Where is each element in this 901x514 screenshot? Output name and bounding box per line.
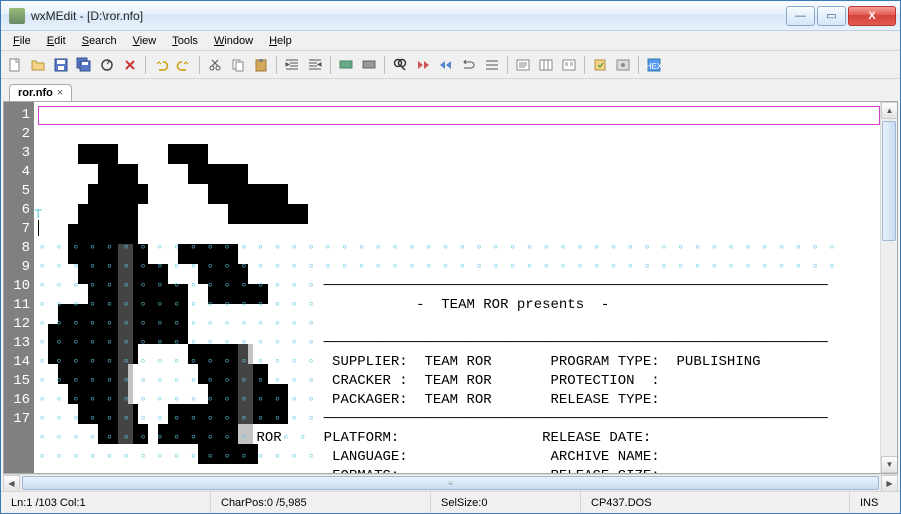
status-position: Ln:1 /103 Col:1 — [1, 492, 211, 513]
text-mode-icon[interactable] — [513, 55, 533, 75]
save-icon[interactable] — [51, 55, 71, 75]
status-selsize: SelSize:0 — [431, 492, 581, 513]
line-number: 12 — [4, 315, 30, 334]
window-controls: — ▭ X — [784, 6, 896, 26]
close-button[interactable]: X — [848, 6, 896, 26]
scroll-thumb[interactable]: ≡ — [22, 476, 879, 490]
maximize-button[interactable]: ▭ — [817, 6, 846, 26]
line-gutter: 1 2 3 4 5 6 7 8 9 10 11 12 13 14 15 16 1… — [4, 102, 34, 473]
current-line-highlight — [38, 106, 880, 125]
paste-icon[interactable] — [251, 55, 271, 75]
status-encoding[interactable]: CP437.DOS — [581, 492, 850, 513]
tab-ror-nfo[interactable]: ror.nfo × — [9, 84, 72, 101]
line-number: 6 — [4, 201, 30, 220]
line-number: 2 — [4, 125, 30, 144]
line-number: 7 — [4, 220, 30, 239]
menu-window[interactable]: Window — [206, 33, 261, 49]
line-number: 8 — [4, 239, 30, 258]
line-number: 17 — [4, 410, 30, 429]
scroll-right-icon[interactable]: ▶ — [881, 475, 898, 492]
open-file-icon[interactable] — [28, 55, 48, 75]
column-mode-icon[interactable] — [536, 55, 556, 75]
outdent-icon[interactable] — [305, 55, 325, 75]
line-number: 4 — [4, 163, 30, 182]
toolbar: HEX — [1, 51, 900, 79]
line-number: 1 — [4, 106, 30, 125]
macro-icon[interactable] — [590, 55, 610, 75]
find-next-icon[interactable] — [413, 55, 433, 75]
tab-label: ror.nfo — [18, 87, 53, 99]
line-number: 15 — [4, 372, 30, 391]
line-number: 13 — [4, 334, 30, 353]
text-content[interactable]: ◦ ◦ ◦ ◦ ◦ ◦ ◦ ◦ ◦ ◦ ◦ ◦ ◦ ◦ ◦ ◦ ◦ ◦ ◦ ◦ … — [34, 102, 880, 473]
menu-tools[interactable]: Tools — [164, 33, 206, 49]
scroll-down-icon[interactable]: ▼ — [881, 456, 898, 473]
status-mode[interactable]: INS — [850, 492, 900, 513]
tabbar: ror.nfo × — [1, 79, 900, 101]
statusbar: Ln:1 /103 Col:1 CharPos:0 /5,985 SelSize… — [1, 491, 900, 513]
bookmark-icon[interactable]: HEX — [644, 55, 664, 75]
scroll-thumb[interactable] — [882, 121, 896, 241]
vertical-scrollbar[interactable]: ▲ ▼ — [880, 102, 897, 473]
options-icon[interactable] — [613, 55, 633, 75]
indent-icon[interactable] — [282, 55, 302, 75]
comment-icon[interactable] — [336, 55, 356, 75]
line-number: 10 — [4, 277, 30, 296]
menu-search[interactable]: Search — [74, 33, 125, 49]
menu-file[interactable]: File — [5, 33, 39, 49]
close-file-icon[interactable] — [120, 55, 140, 75]
line-number: 9 — [4, 258, 30, 277]
scroll-up-icon[interactable]: ▲ — [881, 102, 898, 119]
line-number: 11 — [4, 296, 30, 315]
status-charpos: CharPos:0 /5,985 — [211, 492, 431, 513]
undo-icon[interactable] — [151, 55, 171, 75]
find-prev-icon[interactable] — [436, 55, 456, 75]
tab-close-icon[interactable]: × — [57, 87, 63, 99]
menubar: File Edit Search View Tools Window Help — [1, 31, 900, 51]
titlebar[interactable]: wxMEdit - [D:\ror.nfo] — ▭ X — [1, 1, 900, 31]
reload-icon[interactable] — [97, 55, 117, 75]
replace-all-icon[interactable] — [482, 55, 502, 75]
app-window: wxMEdit - [D:\ror.nfo] — ▭ X File Edit S… — [0, 0, 901, 514]
horizontal-scrollbar[interactable]: ◀ ≡ ▶ — [3, 474, 898, 491]
save-all-icon[interactable] — [74, 55, 94, 75]
menu-view[interactable]: View — [125, 33, 165, 49]
window-title: wxMEdit - [D:\ror.nfo] — [31, 9, 784, 23]
line-number: 14 — [4, 353, 30, 372]
line-number: 3 — [4, 144, 30, 163]
line-number: 5 — [4, 182, 30, 201]
menu-edit[interactable]: Edit — [39, 33, 74, 49]
editor-area: 1 2 3 4 5 6 7 8 9 10 11 12 13 14 15 16 1… — [3, 101, 898, 474]
uncomment-icon[interactable] — [359, 55, 379, 75]
line-number: 16 — [4, 391, 30, 410]
cut-icon[interactable] — [205, 55, 225, 75]
redo-icon[interactable] — [174, 55, 194, 75]
hex-mode-icon[interactable] — [559, 55, 579, 75]
minimize-button[interactable]: — — [786, 6, 815, 26]
menu-help[interactable]: Help — [261, 33, 300, 49]
copy-icon[interactable] — [228, 55, 248, 75]
replace-icon[interactable] — [459, 55, 479, 75]
svg-text:HEX: HEX — [646, 62, 662, 71]
app-icon — [9, 8, 25, 24]
scroll-left-icon[interactable]: ◀ — [3, 475, 20, 492]
new-file-icon[interactable] — [5, 55, 25, 75]
find-icon[interactable] — [390, 55, 410, 75]
